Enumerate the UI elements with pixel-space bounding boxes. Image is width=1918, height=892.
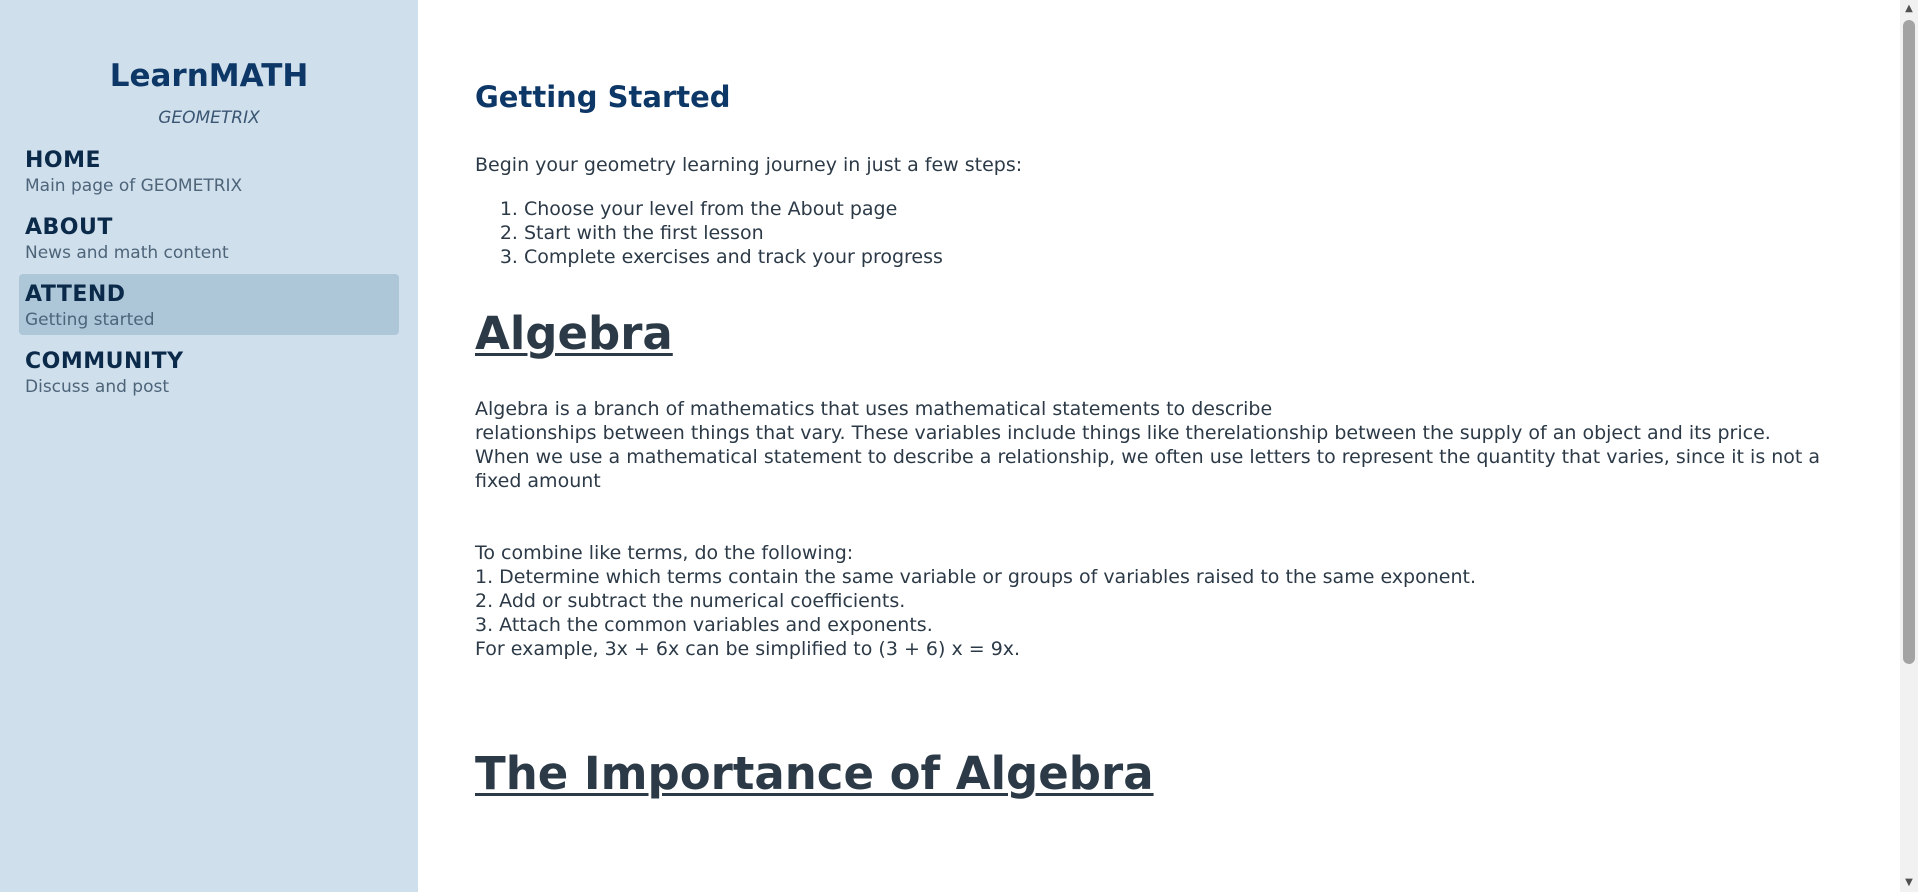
sidebar-item-title: COMMUNITY: [25, 349, 184, 374]
sidebar-nav: HOME Main page of GEOMETRIX ABOUT News a…: [0, 140, 418, 402]
algebra-heading-link[interactable]: Algebra: [475, 306, 673, 362]
sidebar-item-subtitle: Getting started: [25, 310, 155, 330]
paragraph-line: fixed amount: [475, 470, 601, 492]
algebra-definition-paragraph: Algebra is a branch of mathematics that …: [475, 397, 1895, 493]
scroll-thumb[interactable]: [1903, 20, 1915, 664]
vertical-scrollbar[interactable]: ▲ ▼: [1900, 0, 1918, 892]
paragraph-line: relationships between things that vary. …: [475, 422, 1771, 444]
paragraph-line: Algebra is a branch of mathematics that …: [475, 398, 1273, 420]
scroll-down-icon[interactable]: ▼: [1900, 874, 1918, 892]
main-content: Getting Started Begin your geometry lear…: [418, 0, 1900, 892]
paragraph-line: 3. Attach the common variables and expon…: [475, 614, 933, 636]
paragraph-line: To combine like terms, do the following:: [475, 542, 854, 564]
section-title-getting-started: Getting Started: [475, 80, 731, 114]
sidebar-item-subtitle: Main page of GEOMETRIX: [25, 176, 243, 196]
paragraph-line: When we use a mathematical statement to …: [475, 446, 1821, 468]
app-window: LearnMATH GEOMETRIX HOME Main page of GE…: [0, 0, 1918, 892]
sidebar-item-title: ABOUT: [25, 215, 113, 240]
sidebar-item-subtitle: News and math content: [25, 243, 229, 263]
sidebar-item-attend[interactable]: ATTEND Getting started: [19, 274, 399, 335]
sidebar-item-about[interactable]: ABOUT News and math content: [19, 207, 399, 268]
paragraph-line: 2. Add or subtract the numerical coeffic…: [475, 590, 906, 612]
sidebar: LearnMATH GEOMETRIX HOME Main page of GE…: [0, 0, 418, 892]
list-item: Complete exercises and track your progre…: [524, 245, 943, 269]
sidebar-item-subtitle: Discuss and post: [25, 377, 170, 397]
importance-heading-link[interactable]: The Importance of Algebra: [475, 746, 1154, 802]
sidebar-item-community[interactable]: COMMUNITY Discuss and post: [19, 341, 399, 402]
sidebar-item-title: ATTEND: [25, 282, 126, 307]
brand-tagline: GEOMETRIX: [158, 108, 260, 128]
paragraph-line: 1. Determine which terms contain the sam…: [475, 566, 1476, 588]
combine-like-terms-paragraph: To combine like terms, do the following:…: [475, 541, 1895, 661]
sidebar-item-title: HOME: [25, 148, 102, 173]
scroll-up-icon[interactable]: ▲: [1900, 0, 1918, 18]
brand-title[interactable]: LearnMATH: [0, 56, 418, 96]
paragraph-line: For example, 3x + 6x can be simplified t…: [475, 638, 1021, 660]
steps-list: Choose your level from the About page St…: [475, 197, 943, 269]
list-item: Start with the first lesson: [524, 221, 943, 245]
sidebar-item-home[interactable]: HOME Main page of GEOMETRIX: [19, 140, 399, 201]
list-item: Choose your level from the About page: [524, 197, 943, 221]
intro-text: Begin your geometry learning journey in …: [475, 154, 1023, 176]
